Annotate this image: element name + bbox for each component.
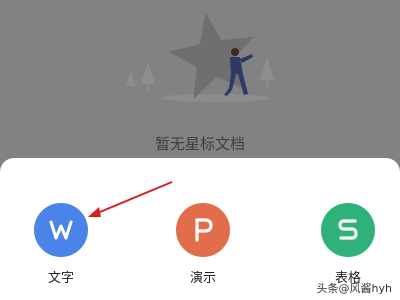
ground-shadow (160, 94, 270, 102)
new-spreadsheet-button[interactable]: 表格 (318, 203, 378, 286)
empty-state-message: 暂无星标文档 (154, 135, 245, 153)
new-presentation-button[interactable]: 演示 (173, 203, 233, 286)
star-icon (168, 12, 254, 100)
new-writer-button[interactable]: 文字 (31, 203, 91, 286)
watermark: 头条@风酱hyh (316, 282, 392, 295)
spreadsheet-s-icon (321, 203, 375, 257)
presentation-label: 演示 (189, 271, 216, 286)
writer-label: 文字 (47, 271, 74, 286)
presentation-p-icon (176, 203, 230, 257)
writer-w-icon (34, 203, 88, 257)
